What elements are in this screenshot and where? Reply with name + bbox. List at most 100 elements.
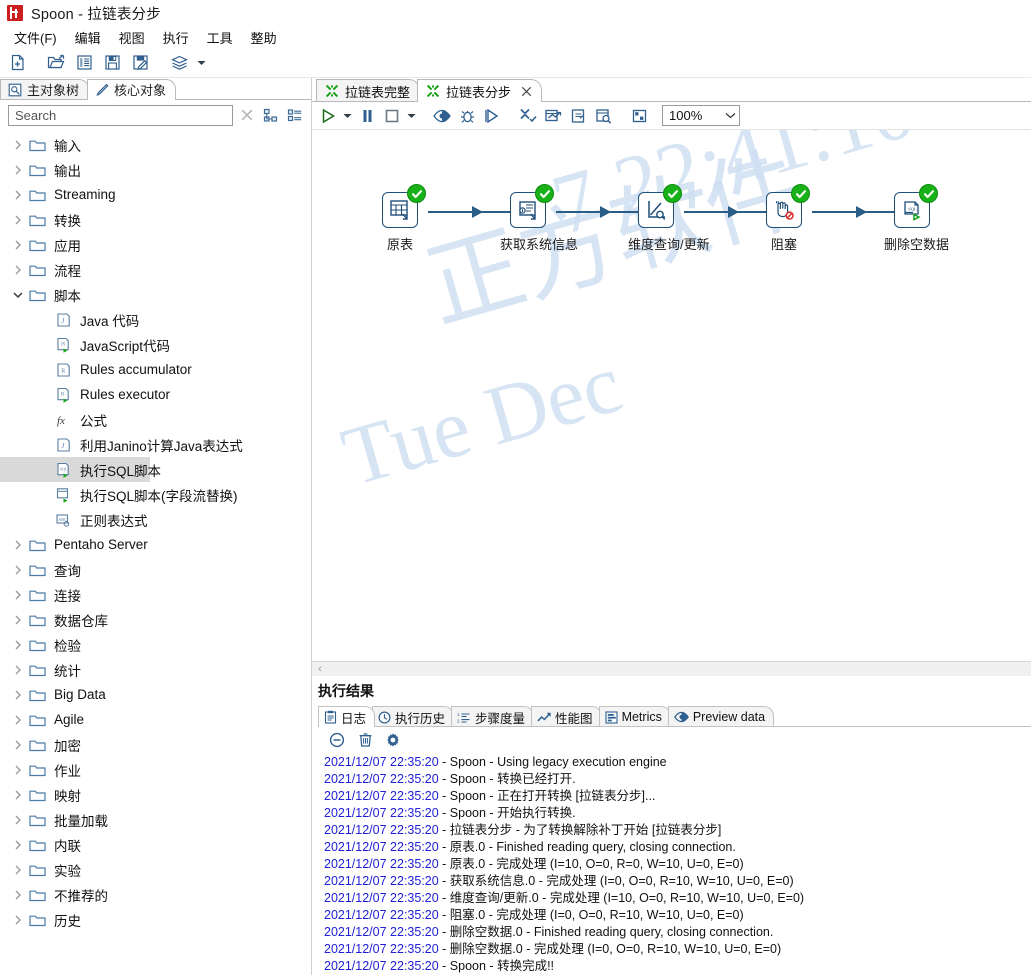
tree-item-transform[interactable]: 转换 [0, 207, 311, 232]
tree-item-inline[interactable]: 内联 [0, 832, 311, 857]
chevron-right-icon[interactable] [10, 740, 26, 750]
clear-x-icon[interactable] [237, 104, 257, 126]
step-icon-box[interactable] [382, 184, 426, 228]
replay-icon[interactable] [480, 104, 504, 128]
step-icon-box[interactable]: SQL [894, 184, 938, 228]
tree-item-validation[interactable]: 检验 [0, 632, 311, 657]
verify-icon[interactable] [516, 104, 540, 128]
chevron-right-icon[interactable] [10, 640, 26, 650]
chevron-right-icon[interactable] [10, 165, 26, 175]
chevron-right-icon[interactable] [10, 840, 26, 850]
tree-item-execute-sql-script[interactable]: SQL 执行SQL脚本 [0, 457, 161, 482]
chevron-down-icon[interactable] [10, 291, 26, 299]
tree-item-data-warehouse[interactable]: 数据仓库 [0, 607, 311, 632]
collapse-tree-icon[interactable] [285, 104, 305, 126]
search-input-wrap[interactable] [8, 104, 233, 126]
run-options-caret-icon[interactable] [341, 104, 354, 128]
preview-eye-icon[interactable] [430, 104, 454, 128]
tree-item-janino[interactable]: J 利用Janino计算Java表达式 [0, 432, 311, 457]
zoom-level-combobox[interactable]: 100% [662, 105, 740, 126]
search-input[interactable] [13, 106, 228, 124]
save-icon[interactable] [99, 51, 125, 75]
tree-item-flow[interactable]: 流程 [0, 257, 311, 282]
stop-options-caret-icon[interactable] [405, 104, 418, 128]
tree-item-agile[interactable]: Agile [0, 707, 311, 732]
core-objects-tree[interactable]: 输入 输出 Streaming 转换 应用 流程 脚本 J Java 代码 JS… [0, 130, 311, 975]
log-output[interactable]: 2021/12/07 22:35:20 - Spoon - Using lega… [318, 753, 1031, 975]
chevron-right-icon[interactable] [10, 865, 26, 875]
tree-item-history[interactable]: 历史 [0, 907, 311, 932]
chevron-right-icon[interactable] [10, 215, 26, 225]
menu-run[interactable]: 执行 [155, 26, 197, 49]
tab-metrics[interactable]: Metrics [598, 706, 671, 727]
debug-bug-icon[interactable] [455, 104, 479, 128]
tree-item-experimental[interactable]: 实验 [0, 857, 311, 882]
tree-item-application[interactable]: 应用 [0, 232, 311, 257]
tree-item-output[interactable]: 输出 [0, 157, 311, 182]
explore-db-icon[interactable] [591, 104, 615, 128]
tree-item-big-data[interactable]: Big Data [0, 682, 311, 707]
tab-log[interactable]: 日志 [318, 706, 376, 727]
chevron-down-icon[interactable] [725, 112, 736, 119]
delete-trash-icon[interactable] [354, 729, 376, 751]
pause-icon[interactable] [355, 104, 379, 128]
tree-item-execute-sql-field-substitution[interactable]: 执行SQL脚本(字段流替换) [0, 482, 311, 507]
menu-file[interactable]: 文件(F) [6, 26, 65, 49]
chevron-right-icon[interactable] [10, 615, 26, 625]
step-get-system-info[interactable]: 获取系统信息 [500, 184, 578, 253]
impact-analysis-icon[interactable] [541, 104, 565, 128]
explore-repository-icon[interactable] [71, 51, 97, 75]
tree-item-javascript-code[interactable]: JS JavaScript代码 [0, 332, 311, 357]
tree-item-regex[interactable]: ABC 正则表达式 [0, 507, 311, 532]
chevron-right-icon[interactable] [10, 765, 26, 775]
tree-item-statistics[interactable]: 统计 [0, 657, 311, 682]
menu-tools[interactable]: 工具 [199, 26, 241, 49]
tab-trans-complete[interactable]: 拉链表完整 [316, 79, 421, 102]
clear-log-icon[interactable] [326, 729, 348, 751]
scroll-left-icon[interactable]: ‹ [312, 663, 328, 675]
tree-item-query[interactable]: 查询 [0, 557, 311, 582]
tab-step-metrics[interactable]: 12 步骤度量 [451, 706, 535, 727]
tree-item-rules-accumulator[interactable]: R Rules accumulator [0, 357, 311, 382]
chevron-right-icon[interactable] [10, 665, 26, 675]
chevron-right-icon[interactable] [10, 565, 26, 575]
menu-help[interactable]: 整助 [243, 26, 285, 49]
step-delete-empty-data[interactable]: SQL 删除空数据 [884, 184, 949, 253]
open-file-icon[interactable] [43, 51, 69, 75]
step-icon-box[interactable] [638, 184, 682, 228]
tree-item-encryption[interactable]: 加密 [0, 732, 311, 757]
chevron-right-icon[interactable] [10, 540, 26, 550]
menu-edit[interactable]: 编辑 [67, 26, 109, 49]
tab-core-objects[interactable]: 核心对象 [87, 79, 177, 101]
chevron-right-icon[interactable] [10, 715, 26, 725]
tree-item-streaming[interactable]: Streaming [0, 182, 311, 207]
chevron-right-icon[interactable] [10, 790, 26, 800]
tab-execution-history[interactable]: 执行历史 [372, 706, 455, 727]
step-blocking[interactable]: 阻塞 [756, 184, 812, 253]
canvas-horizontal-scrollbar[interactable]: ‹ [312, 661, 1031, 676]
tree-item-formula[interactable]: fx 公式 [0, 407, 311, 432]
chevron-right-icon[interactable] [10, 915, 26, 925]
transformation-canvas-wrap[interactable]: 正方软件 7 22:41:10 Tue Dec Tue [312, 130, 1031, 661]
tab-trans-stepwise[interactable]: 拉链表分步 [417, 79, 543, 102]
new-file-icon[interactable] [4, 51, 30, 75]
tab-preview-data[interactable]: Preview data [667, 706, 775, 727]
save-as-icon[interactable] [127, 51, 153, 75]
tab-main-object-tree[interactable]: 主对象树 [0, 79, 90, 100]
chevron-right-icon[interactable] [10, 890, 26, 900]
chevron-right-icon[interactable] [10, 140, 26, 150]
close-icon[interactable] [521, 86, 532, 97]
tree-item-rules-executor[interactable]: R Rules executor [0, 382, 311, 407]
chevron-down-icon[interactable] [194, 51, 208, 75]
tree-item-java-code[interactable]: J Java 代码 [0, 307, 311, 332]
step-icon-box[interactable] [766, 184, 810, 228]
step-icon-box[interactable] [510, 184, 554, 228]
stop-icon[interactable] [380, 104, 404, 128]
transformation-canvas[interactable]: 正方软件 7 22:41:10 Tue Dec Tue [312, 130, 1031, 661]
chevron-right-icon[interactable] [10, 815, 26, 825]
tree-item-connection[interactable]: 连接 [0, 582, 311, 607]
tree-item-deprecated[interactable]: 不推荐的 [0, 882, 311, 907]
generate-sql-icon[interactable] [566, 104, 590, 128]
chevron-right-icon[interactable] [10, 590, 26, 600]
expand-tree-icon[interactable] [261, 104, 281, 126]
